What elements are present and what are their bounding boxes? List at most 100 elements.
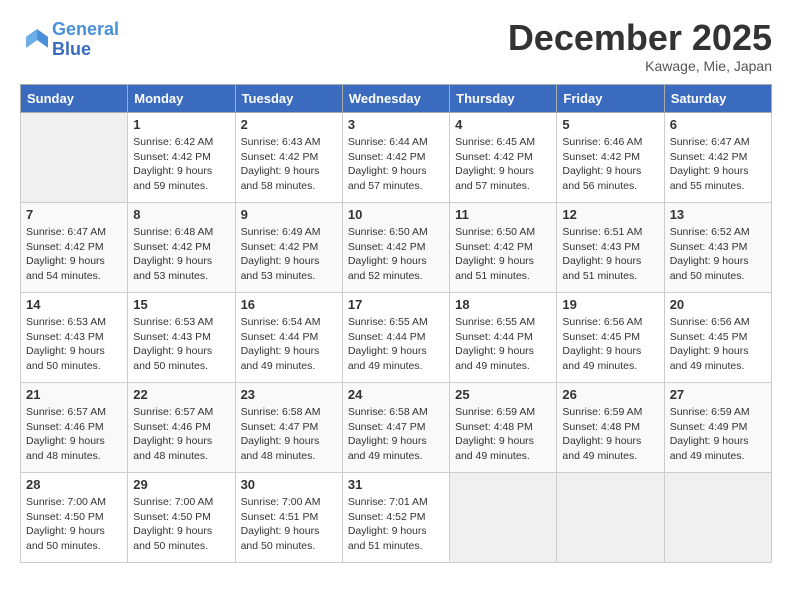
day-info: Sunrise: 6:46 AM Sunset: 4:42 PM Dayligh…	[562, 135, 658, 194]
calendar-cell: 20 Sunrise: 6:56 AM Sunset: 4:45 PM Dayli…	[664, 293, 771, 383]
calendar-cell: 5 Sunrise: 6:46 AM Sunset: 4:42 PM Daylig…	[557, 113, 664, 203]
day-info: Sunrise: 6:50 AM Sunset: 4:42 PM Dayligh…	[348, 225, 444, 284]
weekday-header-tuesday: Tuesday	[235, 85, 342, 113]
day-number: 30	[241, 477, 337, 492]
calendar-cell: 14 Sunrise: 6:53 AM Sunset: 4:43 PM Dayli…	[21, 293, 128, 383]
calendar-cell: 15 Sunrise: 6:53 AM Sunset: 4:43 PM Dayli…	[128, 293, 235, 383]
calendar-cell	[664, 473, 771, 563]
day-number: 15	[133, 297, 229, 312]
calendar-body: 1 Sunrise: 6:42 AM Sunset: 4:42 PM Daylig…	[21, 113, 772, 563]
calendar-cell: 7 Sunrise: 6:47 AM Sunset: 4:42 PM Daylig…	[21, 203, 128, 293]
day-number: 5	[562, 117, 658, 132]
day-info: Sunrise: 6:53 AM Sunset: 4:43 PM Dayligh…	[133, 315, 229, 374]
day-info: Sunrise: 6:47 AM Sunset: 4:42 PM Dayligh…	[26, 225, 122, 284]
weekday-header-thursday: Thursday	[450, 85, 557, 113]
day-number: 31	[348, 477, 444, 492]
day-number: 7	[26, 207, 122, 222]
day-info: Sunrise: 6:50 AM Sunset: 4:42 PM Dayligh…	[455, 225, 551, 284]
calendar-cell: 13 Sunrise: 6:52 AM Sunset: 4:43 PM Dayli…	[664, 203, 771, 293]
day-number: 14	[26, 297, 122, 312]
calendar-cell: 29 Sunrise: 7:00 AM Sunset: 4:50 PM Dayli…	[128, 473, 235, 563]
day-info: Sunrise: 6:59 AM Sunset: 4:48 PM Dayligh…	[562, 405, 658, 464]
calendar-cell	[557, 473, 664, 563]
week-row-3: 14 Sunrise: 6:53 AM Sunset: 4:43 PM Dayli…	[21, 293, 772, 383]
calendar-cell: 24 Sunrise: 6:58 AM Sunset: 4:47 PM Dayli…	[342, 383, 449, 473]
day-info: Sunrise: 6:59 AM Sunset: 4:48 PM Dayligh…	[455, 405, 551, 464]
day-number: 10	[348, 207, 444, 222]
week-row-2: 7 Sunrise: 6:47 AM Sunset: 4:42 PM Daylig…	[21, 203, 772, 293]
day-info: Sunrise: 6:44 AM Sunset: 4:42 PM Dayligh…	[348, 135, 444, 194]
calendar-cell: 17Sunrise: 6:55 AM Sunset: 4:44 PM Dayli…	[342, 293, 449, 383]
calendar-cell: 22 Sunrise: 6:57 AM Sunset: 4:46 PM Dayli…	[128, 383, 235, 473]
day-info: Sunrise: 6:57 AM Sunset: 4:46 PM Dayligh…	[26, 405, 122, 464]
day-number: 26	[562, 387, 658, 402]
day-info: Sunrise: 7:01 AM Sunset: 4:52 PM Dayligh…	[348, 495, 444, 554]
week-row-4: 21Sunrise: 6:57 AM Sunset: 4:46 PM Dayli…	[21, 383, 772, 473]
day-number: 2	[241, 117, 337, 132]
weekday-header-sunday: Sunday	[21, 85, 128, 113]
location: Kawage, Mie, Japan	[508, 58, 772, 74]
weekday-header-wednesday: Wednesday	[342, 85, 449, 113]
day-number: 28	[26, 477, 122, 492]
title-block: December 2025 Kawage, Mie, Japan	[508, 20, 772, 74]
day-number: 22	[133, 387, 229, 402]
day-number: 17	[348, 297, 444, 312]
day-info: Sunrise: 6:47 AM Sunset: 4:42 PM Dayligh…	[670, 135, 766, 194]
calendar-cell: 9Sunrise: 6:49 AM Sunset: 4:42 PM Daylig…	[235, 203, 342, 293]
calendar-cell: 12 Sunrise: 6:51 AM Sunset: 4:43 PM Dayli…	[557, 203, 664, 293]
day-number: 24	[348, 387, 444, 402]
weekday-header-friday: Friday	[557, 85, 664, 113]
day-info: Sunrise: 6:57 AM Sunset: 4:46 PM Dayligh…	[133, 405, 229, 464]
day-info: Sunrise: 6:59 AM Sunset: 4:49 PM Dayligh…	[670, 405, 766, 464]
calendar-cell: 19 Sunrise: 6:56 AM Sunset: 4:45 PM Dayli…	[557, 293, 664, 383]
calendar-table: SundayMondayTuesdayWednesdayThursdayFrid…	[20, 84, 772, 563]
day-number: 4	[455, 117, 551, 132]
day-info: Sunrise: 6:54 AM Sunset: 4:44 PM Dayligh…	[241, 315, 337, 374]
day-number: 9	[241, 207, 337, 222]
calendar-cell: 1 Sunrise: 6:42 AM Sunset: 4:42 PM Daylig…	[128, 113, 235, 203]
day-number: 8	[133, 207, 229, 222]
day-number: 27	[670, 387, 766, 402]
day-number: 1	[133, 117, 229, 132]
day-number: 13	[670, 207, 766, 222]
day-number: 25	[455, 387, 551, 402]
day-info: Sunrise: 6:53 AM Sunset: 4:43 PM Dayligh…	[26, 315, 122, 374]
logo-icon	[20, 26, 48, 54]
day-info: Sunrise: 6:43 AM Sunset: 4:42 PM Dayligh…	[241, 135, 337, 194]
day-info: Sunrise: 6:52 AM Sunset: 4:43 PM Dayligh…	[670, 225, 766, 284]
calendar-cell: 10 Sunrise: 6:50 AM Sunset: 4:42 PM Dayli…	[342, 203, 449, 293]
day-info: Sunrise: 6:58 AM Sunset: 4:47 PM Dayligh…	[241, 405, 337, 464]
calendar-cell: 21Sunrise: 6:57 AM Sunset: 4:46 PM Dayli…	[21, 383, 128, 473]
calendar-cell: 26 Sunrise: 6:59 AM Sunset: 4:48 PM Dayli…	[557, 383, 664, 473]
day-info: Sunrise: 6:58 AM Sunset: 4:47 PM Dayligh…	[348, 405, 444, 464]
calendar-cell: 18 Sunrise: 6:55 AM Sunset: 4:44 PM Dayli…	[450, 293, 557, 383]
day-info: Sunrise: 7:00 AM Sunset: 4:50 PM Dayligh…	[133, 495, 229, 554]
day-number: 16	[241, 297, 337, 312]
calendar-cell: 25 Sunrise: 6:59 AM Sunset: 4:48 PM Dayli…	[450, 383, 557, 473]
week-row-1: 1 Sunrise: 6:42 AM Sunset: 4:42 PM Daylig…	[21, 113, 772, 203]
day-info: Sunrise: 6:42 AM Sunset: 4:42 PM Dayligh…	[133, 135, 229, 194]
day-info: Sunrise: 6:56 AM Sunset: 4:45 PM Dayligh…	[670, 315, 766, 374]
logo-text: GeneralBlue	[52, 20, 119, 60]
calendar-cell: 16 Sunrise: 6:54 AM Sunset: 4:44 PM Dayli…	[235, 293, 342, 383]
calendar-cell: 6Sunrise: 6:47 AM Sunset: 4:42 PM Daylig…	[664, 113, 771, 203]
weekday-header-saturday: Saturday	[664, 85, 771, 113]
day-number: 29	[133, 477, 229, 492]
day-info: Sunrise: 6:51 AM Sunset: 4:43 PM Dayligh…	[562, 225, 658, 284]
calendar-cell: 31 Sunrise: 7:01 AM Sunset: 4:52 PM Dayli…	[342, 473, 449, 563]
day-number: 12	[562, 207, 658, 222]
day-info: Sunrise: 7:00 AM Sunset: 4:51 PM Dayligh…	[241, 495, 337, 554]
week-row-5: 28 Sunrise: 7:00 AM Sunset: 4:50 PM Dayli…	[21, 473, 772, 563]
calendar-cell	[450, 473, 557, 563]
calendar-cell: 23 Sunrise: 6:58 AM Sunset: 4:47 PM Dayli…	[235, 383, 342, 473]
day-info: Sunrise: 6:56 AM Sunset: 4:45 PM Dayligh…	[562, 315, 658, 374]
day-number: 19	[562, 297, 658, 312]
calendar-cell: 4 Sunrise: 6:45 AM Sunset: 4:42 PM Daylig…	[450, 113, 557, 203]
calendar-header-row: SundayMondayTuesdayWednesdayThursdayFrid…	[21, 85, 772, 113]
day-number: 23	[241, 387, 337, 402]
day-info: Sunrise: 6:55 AM Sunset: 4:44 PM Dayligh…	[455, 315, 551, 374]
day-number: 18	[455, 297, 551, 312]
day-number: 20	[670, 297, 766, 312]
day-number: 3	[348, 117, 444, 132]
day-info: Sunrise: 6:45 AM Sunset: 4:42 PM Dayligh…	[455, 135, 551, 194]
